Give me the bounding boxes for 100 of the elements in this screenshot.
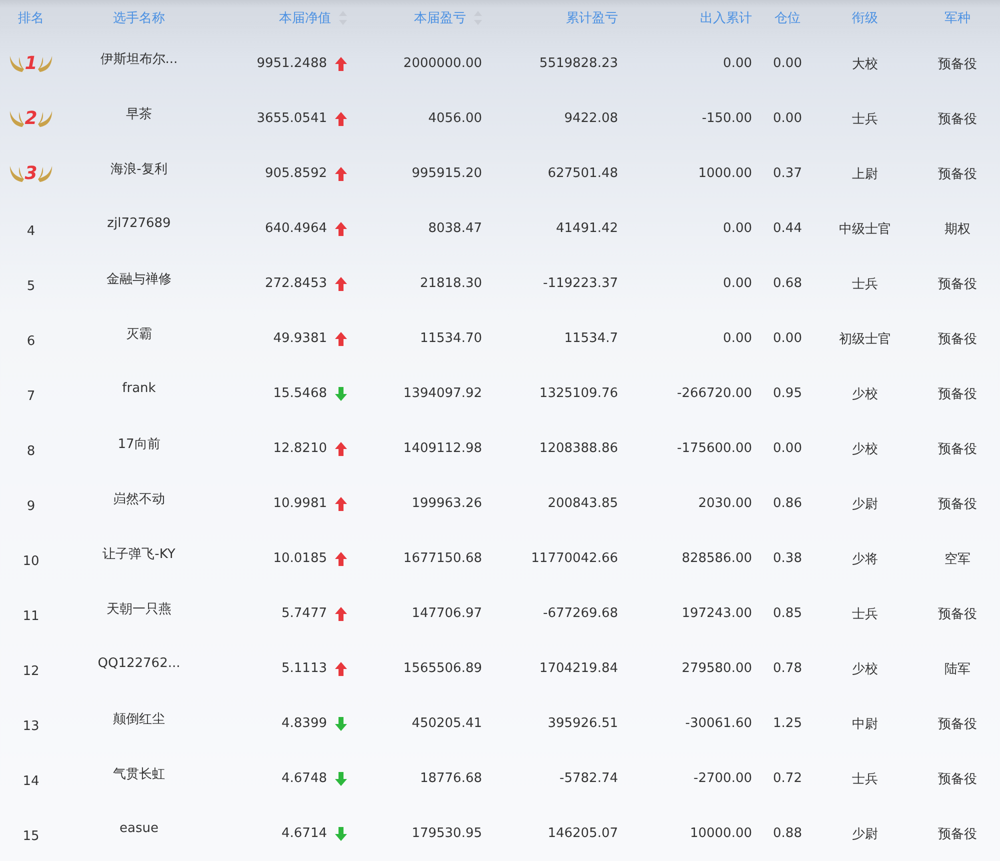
rank-number: 11: [22, 609, 40, 624]
player-name: 让子弹飞-KY: [102, 546, 176, 562]
table-cell: 1208388.86: [539, 441, 618, 456]
net-value: 5.1113: [282, 661, 327, 676]
table-cell: 0.00: [773, 441, 802, 456]
rank-number: 6: [26, 334, 36, 349]
table-cell-text: 士兵: [852, 276, 878, 292]
table-cell: 279580.00: [682, 661, 752, 676]
column-header: 衔级: [851, 10, 879, 28]
table-cell: -30061.60: [685, 716, 752, 731]
laurel-rank-badge: 3: [8, 163, 54, 184]
table-cell-text: 预备役: [938, 110, 977, 128]
table-cell-text: 预备役: [938, 826, 977, 842]
column-header: 选手名称: [112, 10, 166, 28]
rank-number: 13: [22, 719, 40, 734]
table-cell-text: 预备役: [938, 276, 977, 292]
table-cell: 199963.26: [412, 496, 482, 511]
table-cell: 0.00: [773, 111, 802, 126]
table-cell-text: 预备役: [938, 606, 977, 622]
table-cell: 1409112.98: [403, 441, 482, 456]
table-cell: 0.68: [773, 276, 802, 291]
table-cell-text: 大校: [852, 56, 878, 72]
player-name: 颠倒红尘: [113, 710, 165, 728]
table-cell-text: 预备役: [938, 496, 977, 512]
player-name: 17向前: [118, 436, 160, 452]
table-cell: 1325109.76: [539, 386, 618, 401]
table-cell-text: 少尉: [852, 826, 878, 842]
rank-number: 15: [22, 829, 40, 844]
player-name: 海浪-复利: [110, 160, 168, 178]
table-cell: 0.38: [773, 551, 802, 566]
player-name: easue: [120, 821, 158, 836]
column-header: 仓位: [774, 10, 802, 28]
table-cell: 0.95: [773, 386, 802, 401]
player-name: 伊斯坦布尔...: [100, 50, 178, 68]
table-cell: 0.78: [773, 661, 802, 676]
table-cell: 0.72: [773, 771, 802, 786]
table-cell-text: 预备役: [938, 386, 977, 402]
table-cell: 4056.00: [428, 111, 482, 126]
table-cell-text: 期权: [944, 220, 970, 238]
table-cell: 1000.00: [698, 166, 752, 181]
rank-number: 5: [26, 279, 36, 294]
player-name: QQ122762...: [98, 656, 180, 671]
table-cell: 1.25: [773, 716, 802, 731]
rank-number: 14: [22, 774, 40, 789]
player-name: 灭霸: [126, 326, 152, 342]
table-cell: 450205.41: [412, 716, 482, 731]
table-cell: 0.00: [773, 331, 802, 346]
table-cell: 41491.42: [556, 221, 618, 236]
table-cell: 18776.68: [420, 771, 482, 786]
table-cell: -2700.00: [694, 771, 752, 786]
table-cell: 1677150.68: [403, 551, 482, 566]
net-value: 5.7477: [282, 606, 327, 621]
net-value: 905.8592: [264, 166, 327, 181]
table-cell: 11770042.66: [531, 551, 618, 566]
table-cell: -266720.00: [677, 386, 752, 401]
net-value: 640.4964: [264, 221, 327, 236]
player-name: 金融与禅修: [106, 270, 172, 288]
table-cell: 1565506.89: [403, 661, 482, 676]
player-name: frank: [122, 381, 156, 396]
table-cell-text: 士兵: [852, 110, 878, 128]
rank-number: 4: [26, 224, 36, 239]
column-header: 出入累计: [699, 10, 753, 28]
table-cell: -175600.00: [677, 441, 752, 456]
table-cell: 0.00: [723, 276, 752, 291]
table-cell: 0.86: [773, 496, 802, 511]
column-header[interactable]: 本届净值: [216, 0, 366, 36]
net-value: 15.5468: [273, 386, 327, 401]
table-cell: 0.37: [773, 166, 802, 181]
column-header: 军种: [944, 10, 972, 28]
table-cell-text: 预备役: [938, 330, 977, 348]
column-header[interactable]: 本届盈亏: [366, 0, 490, 36]
rank-number: 12: [22, 664, 40, 679]
player-name: 岿然不动: [113, 490, 165, 508]
table-cell: 200843.85: [548, 496, 618, 511]
net-value: 4.6748: [282, 771, 327, 786]
laurel-rank-badge: 1: [8, 53, 54, 74]
net-value: 3655.0541: [256, 111, 327, 126]
table-cell: 0.00: [773, 56, 802, 71]
table-cell: 0.88: [773, 826, 802, 841]
table-cell-text: 上尉: [852, 166, 878, 182]
column-header: 排名: [17, 10, 45, 28]
table-cell-text: 少校: [852, 440, 878, 458]
table-cell-text: 少校: [852, 660, 878, 678]
net-value: 49.9381: [273, 331, 327, 346]
table-cell: 179530.95: [412, 826, 482, 841]
table-cell-text: 预备役: [938, 770, 977, 788]
table-cell: 995915.20: [412, 166, 482, 181]
table-cell: -119223.37: [543, 276, 618, 291]
table-cell: -150.00: [702, 111, 752, 126]
rank-number: 7: [26, 389, 36, 404]
table-cell-text: 陆军: [944, 660, 970, 678]
table-cell-text: 少尉: [852, 496, 878, 512]
table-cell: 2000000.00: [403, 56, 482, 71]
table-cell: 2030.00: [698, 496, 752, 511]
table-cell-text: 预备役: [938, 56, 977, 72]
table-cell: 1704219.84: [539, 661, 618, 676]
table-cell: 8038.47: [428, 221, 482, 236]
player-name: 天朝一只燕: [106, 600, 172, 618]
player-name: 早茶: [126, 106, 152, 122]
table-cell: 9422.08: [564, 111, 618, 126]
